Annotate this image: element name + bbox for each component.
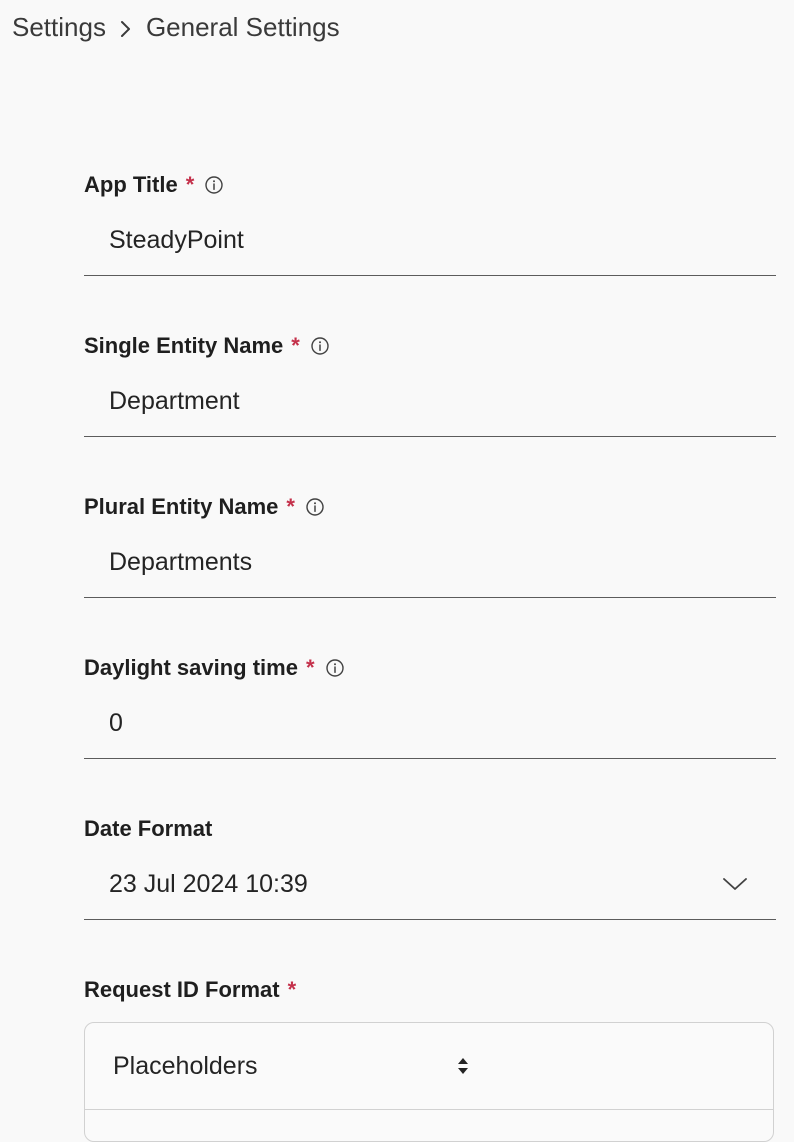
request-id-format-box: Placeholders xyxy=(84,1022,774,1142)
date-format-label: Date Format xyxy=(84,816,213,841)
chevron-right-icon xyxy=(106,12,146,43)
info-icon[interactable] xyxy=(325,658,345,678)
app-title-input-wrapper xyxy=(84,205,776,276)
breadcrumb: Settings General Settings xyxy=(12,12,340,43)
breadcrumb-current: General Settings xyxy=(145,12,340,42)
required-marker: * xyxy=(287,977,297,1002)
daylight-saving-time-input-wrapper xyxy=(84,688,776,759)
breadcrumb-settings-link[interactable]: Settings xyxy=(12,12,106,43)
single-entity-name-label-row: Single Entity Name * xyxy=(84,326,776,366)
daylight-saving-time-label: Daylight saving time xyxy=(84,655,298,680)
single-entity-name-input[interactable] xyxy=(84,371,776,431)
info-icon[interactable] xyxy=(204,175,224,195)
request-id-format-label-row: Request ID Format * xyxy=(84,970,776,1010)
plural-entity-name-input[interactable] xyxy=(84,532,776,592)
daylight-saving-time-field: Daylight saving time * xyxy=(84,648,776,809)
date-format-label-row: Date Format xyxy=(84,809,776,849)
required-marker: * xyxy=(286,494,295,519)
required-marker: * xyxy=(185,172,195,197)
app-title-label-row: App Title * xyxy=(84,165,776,205)
plural-entity-name-input-wrapper xyxy=(84,527,776,598)
required-marker: * xyxy=(291,333,300,358)
single-entity-name-field: Single Entity Name * xyxy=(84,326,776,487)
general-settings-form: App Title * Single Entity Name * Plural … xyxy=(84,165,776,1142)
plural-entity-name-field: Plural Entity Name * xyxy=(84,487,776,648)
request-id-format-select[interactable]: Placeholders xyxy=(85,1023,773,1110)
plural-entity-name-label-row: Plural Entity Name * xyxy=(84,487,776,527)
request-id-format-field: Request ID Format * Placeholders xyxy=(84,970,776,1142)
app-title-field: App Title * xyxy=(84,165,776,326)
date-format-selected-value: 23 Jul 2024 10:39 xyxy=(109,869,308,898)
single-entity-name-input-wrapper xyxy=(84,366,776,437)
date-format-field: Date Format 23 Jul 2024 10:39 xyxy=(84,809,776,970)
sort-updown-icon[interactable] xyxy=(457,1056,469,1076)
daylight-saving-time-input[interactable] xyxy=(84,693,776,753)
request-id-format-label: Request ID Format xyxy=(84,977,280,1002)
info-icon[interactable] xyxy=(310,336,330,356)
daylight-saving-time-label-row: Daylight saving time * xyxy=(84,648,776,688)
single-entity-name-label: Single Entity Name xyxy=(84,333,284,358)
app-title-input[interactable] xyxy=(84,210,776,270)
app-title-label: App Title xyxy=(84,172,178,197)
chevron-down-icon[interactable] xyxy=(722,876,748,892)
required-marker: * xyxy=(305,655,315,680)
plural-entity-name-label: Plural Entity Name xyxy=(84,494,279,519)
date-format-dropdown[interactable]: 23 Jul 2024 10:39 xyxy=(84,849,776,920)
request-id-format-selected-value: Placeholders xyxy=(113,1051,258,1080)
info-icon[interactable] xyxy=(305,497,325,517)
